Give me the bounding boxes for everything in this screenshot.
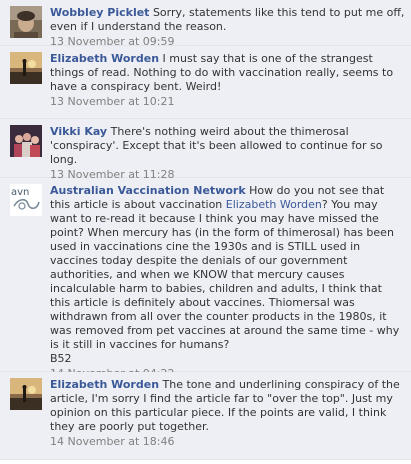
comment-body: Vikki Kay There's nothing weird about th… bbox=[50, 125, 405, 167]
comment-body: Elizabeth Worden The tone and underlinin… bbox=[50, 378, 405, 434]
comment-author-link[interactable]: Elizabeth Worden bbox=[50, 52, 159, 65]
comment-item: Elizabeth Worden The tone and underlinin… bbox=[0, 372, 411, 460]
sunset-photo-icon[interactable] bbox=[10, 378, 42, 410]
avn-logo-icon[interactable]: avn bbox=[10, 184, 42, 216]
comment-body: Australian Vaccination Network How do yo… bbox=[50, 184, 405, 352]
avn-logo-text: avn bbox=[11, 187, 29, 198]
group-photo-icon[interactable] bbox=[10, 125, 42, 157]
comment-timestamp[interactable]: 14 November at 18:46 bbox=[50, 435, 405, 449]
comment-author-link[interactable]: Wobbley Picklet bbox=[50, 6, 149, 19]
comment-author-link[interactable]: Vikki Kay bbox=[50, 125, 107, 138]
comment-item: Elizabeth Worden I must say that is one … bbox=[0, 46, 411, 119]
comment-thread: Wobbley Picklet Sorry, statements like t… bbox=[0, 0, 411, 460]
comment-body: Wobbley Picklet Sorry, statements like t… bbox=[50, 6, 405, 34]
comment-author-link[interactable]: Australian Vaccination Network bbox=[50, 184, 246, 197]
comment-item: Vikki Kay There's nothing weird about th… bbox=[0, 119, 411, 181]
comment-text-continued: ? You may want to re-read it because I t… bbox=[50, 198, 403, 351]
comment-author-link[interactable]: Elizabeth Worden bbox=[50, 378, 159, 391]
profile-photo-icon[interactable] bbox=[10, 6, 42, 38]
mention-link[interactable]: Elizabeth Worden bbox=[226, 198, 322, 211]
sunset-photo-icon[interactable] bbox=[10, 52, 42, 84]
comment-item: Wobbley Picklet Sorry, statements like t… bbox=[0, 0, 411, 48]
comment-signature: B52 bbox=[50, 352, 72, 365]
comment-timestamp[interactable]: 13 November at 10:21 bbox=[50, 95, 405, 109]
comment-body: Elizabeth Worden I must say that is one … bbox=[50, 52, 405, 94]
comment-item: avn Australian Vaccination Network How d… bbox=[0, 178, 411, 380]
